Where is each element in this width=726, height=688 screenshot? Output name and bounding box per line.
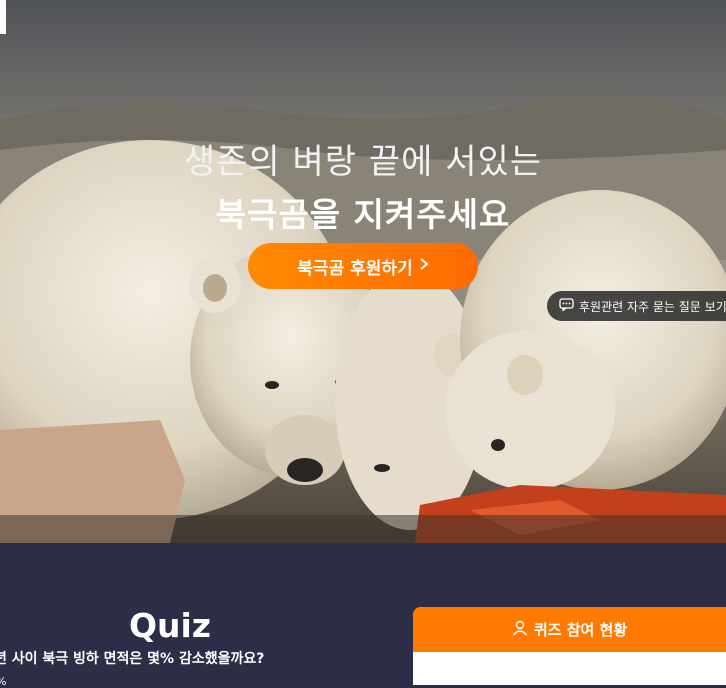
faq-label: 후원관련 자주 묻는 질문 보기	[579, 299, 726, 314]
hero-banner: 생존의 벼랑 끝에 서있는 북극곰을 지켜주세요 북극곰 후원하기 후원관련 자…	[0, 0, 726, 543]
hero-headline-line1: 생존의 벼랑 끝에 서있는	[183, 142, 543, 182]
quiz-question: 년 사이 북극 빙하 면적은 몇% 감소했을까요?	[0, 651, 265, 667]
faq-button[interactable]: 후원관련 자주 묻는 질문 보기	[547, 291, 726, 321]
corner-logo-mark	[0, 0, 6, 34]
donate-polar-bear-button[interactable]: 북극곰 후원하기	[248, 243, 478, 289]
hero-headline-line2: 북극곰을 지켜주세요	[215, 195, 511, 234]
participation-panel-header: 퀴즈 참여 현황	[413, 607, 726, 652]
chat-bubble-icon	[559, 298, 574, 314]
quiz-option-partial[interactable]: %	[0, 675, 6, 688]
quiz-participation-panel: 퀴즈 참여 현황	[413, 607, 726, 685]
user-icon	[512, 620, 528, 640]
participation-panel-title: 퀴즈 참여 현황	[533, 621, 628, 639]
quiz-title: Quiz	[128, 606, 212, 645]
donate-button-label: 북극곰 후원하기	[297, 258, 413, 279]
chevron-right-icon	[419, 256, 429, 276]
